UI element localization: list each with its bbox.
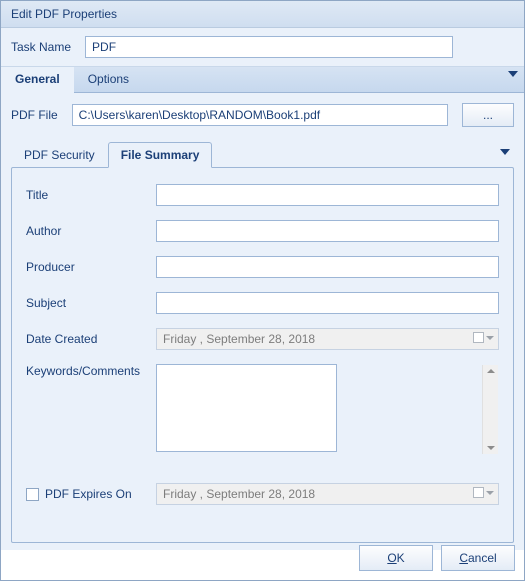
outer-tabs: General Options xyxy=(1,67,524,93)
dialog-buttons: OK Cancel xyxy=(359,545,515,571)
pdf-file-input[interactable] xyxy=(72,104,448,126)
date-created-picker[interactable]: Friday , September 28, 2018 xyxy=(156,328,499,350)
scroll-up-icon xyxy=(487,369,495,373)
date-toggle-checkbox-icon xyxy=(473,487,484,498)
pdf-expires-toggle[interactable] xyxy=(473,487,494,498)
date-toggle-checkbox-icon xyxy=(473,332,484,343)
textarea-scrollbar[interactable] xyxy=(482,365,498,454)
cancel-button[interactable]: Cancel xyxy=(441,545,515,571)
task-name-label: Task Name xyxy=(11,40,71,54)
pdf-expires-checkbox[interactable] xyxy=(26,488,39,501)
general-content: PDF File ... PDF Security File Summary T… xyxy=(1,93,524,550)
producer-label: Producer xyxy=(26,260,156,274)
pdf-expires-value: Friday , September 28, 2018 xyxy=(163,487,315,501)
browse-button[interactable]: ... xyxy=(462,103,514,127)
keywords-label: Keywords/Comments xyxy=(26,364,156,378)
pdf-file-row: PDF File ... xyxy=(11,103,514,127)
title-label: Title xyxy=(26,188,156,202)
chevron-down-icon xyxy=(486,491,494,495)
date-created-value: Friday , September 28, 2018 xyxy=(163,332,315,346)
window-title: Edit PDF Properties xyxy=(1,1,524,28)
subject-input[interactable] xyxy=(156,292,499,314)
file-summary-panel: Title Author Producer Subject Date Creat… xyxy=(11,167,514,543)
subject-label: Subject xyxy=(26,296,156,310)
author-label: Author xyxy=(26,224,156,238)
task-name-row: Task Name xyxy=(1,28,524,67)
scroll-down-icon xyxy=(487,446,495,450)
producer-input[interactable] xyxy=(156,256,499,278)
pdf-expires-picker[interactable]: Friday , September 28, 2018 xyxy=(156,483,499,505)
inner-tabs: PDF Security File Summary xyxy=(11,141,514,167)
tab-file-summary[interactable]: File Summary xyxy=(108,142,213,168)
tab-pdf-security[interactable]: PDF Security xyxy=(11,142,108,167)
chevron-down-icon xyxy=(486,336,494,340)
pdf-expires-label: PDF Expires On xyxy=(26,487,156,501)
outer-tabs-dropdown-icon[interactable] xyxy=(508,71,518,77)
title-input[interactable] xyxy=(156,184,499,206)
tab-general[interactable]: General xyxy=(1,67,74,93)
date-created-toggle[interactable] xyxy=(473,332,494,343)
tab-options[interactable]: Options xyxy=(74,67,143,92)
keywords-textarea[interactable] xyxy=(156,364,337,452)
pdf-file-label: PDF File xyxy=(11,108,58,122)
inner-tabs-dropdown-icon[interactable] xyxy=(500,149,510,155)
date-created-label: Date Created xyxy=(26,332,156,346)
ok-button[interactable]: OK xyxy=(359,545,433,571)
task-name-input[interactable] xyxy=(85,36,453,58)
author-input[interactable] xyxy=(156,220,499,242)
